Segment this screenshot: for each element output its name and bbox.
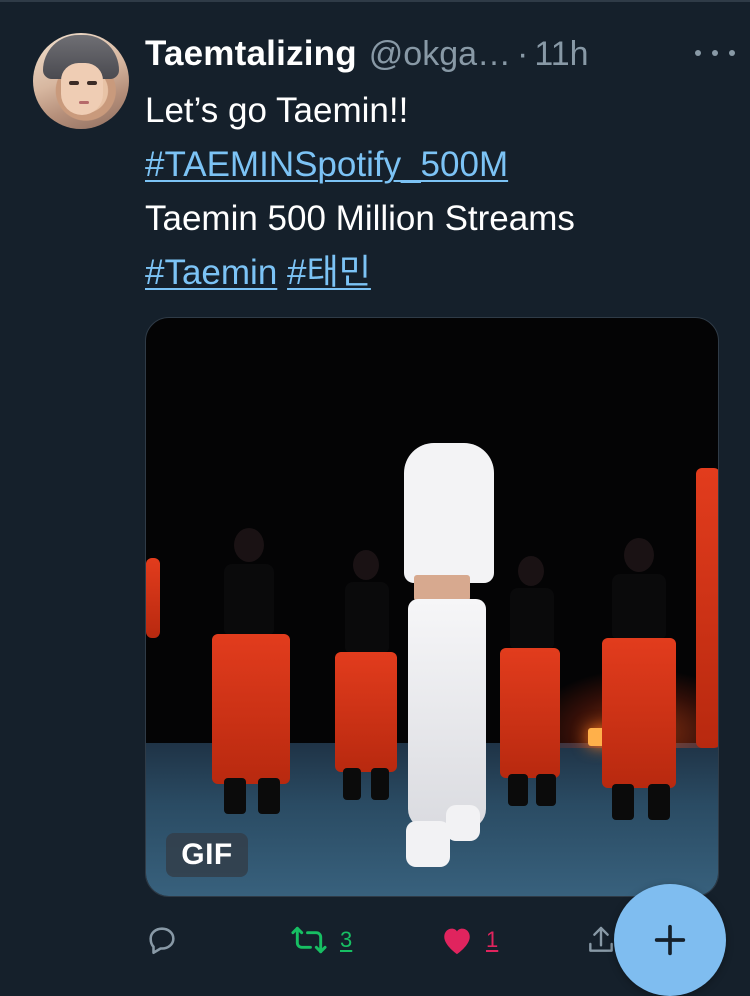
like-button[interactable]: 1 — [440, 915, 498, 965]
dancer-mid-left — [331, 550, 401, 810]
retweet-count: 3 — [340, 927, 353, 952]
tweet-line-1: Let’s go Taemin!! — [145, 91, 409, 130]
dancer-right — [594, 538, 684, 828]
share-icon — [589, 926, 613, 952]
tweet-line-3: Taemin 500 Million Streams — [145, 199, 575, 238]
heart-icon — [444, 928, 470, 955]
hashtag-korean-taemin[interactable]: #태민 — [287, 253, 371, 292]
separator-dot: · — [517, 34, 529, 73]
gif-badge: GIF — [166, 833, 248, 877]
tweet-header: Taemtalizing @okga… · 11h — [145, 30, 735, 78]
plus-icon — [654, 924, 686, 956]
retweet-button[interactable]: 3 — [290, 915, 352, 965]
reply-icon — [149, 927, 175, 955]
tweet-text: Let’s go Taemin!! #TAEMINSpotify_500M Ta… — [145, 84, 725, 300]
top-divider — [0, 0, 750, 2]
gif-media[interactable]: GIF — [145, 317, 719, 897]
hashtag-taeminspotify[interactable]: #TAEMINSpotify_500M — [145, 145, 508, 184]
avatar-face — [61, 63, 103, 115]
avatar-eye-right — [87, 81, 97, 85]
dancer-edge-right — [694, 468, 718, 768]
more-options-icon[interactable] — [695, 38, 735, 68]
avatar-mouth — [79, 101, 89, 104]
avatar-eye-left — [69, 81, 79, 85]
timestamp[interactable]: 11h — [534, 35, 588, 74]
display-name[interactable]: Taemtalizing — [145, 34, 357, 74]
like-count: 1 — [486, 927, 499, 952]
avatar[interactable] — [33, 33, 129, 129]
share-button[interactable] — [585, 915, 617, 965]
compose-fab[interactable] — [614, 884, 726, 996]
user-handle[interactable]: @okga… — [369, 35, 511, 74]
reply-button[interactable] — [145, 915, 179, 965]
dancer-mid-right — [496, 556, 566, 816]
hashtag-taemin[interactable]: #Taemin — [145, 253, 277, 292]
retweet-icon — [291, 926, 327, 954]
lead-dancer — [396, 443, 506, 873]
dancer-left — [204, 528, 294, 828]
dancer-edge-left — [146, 558, 160, 638]
